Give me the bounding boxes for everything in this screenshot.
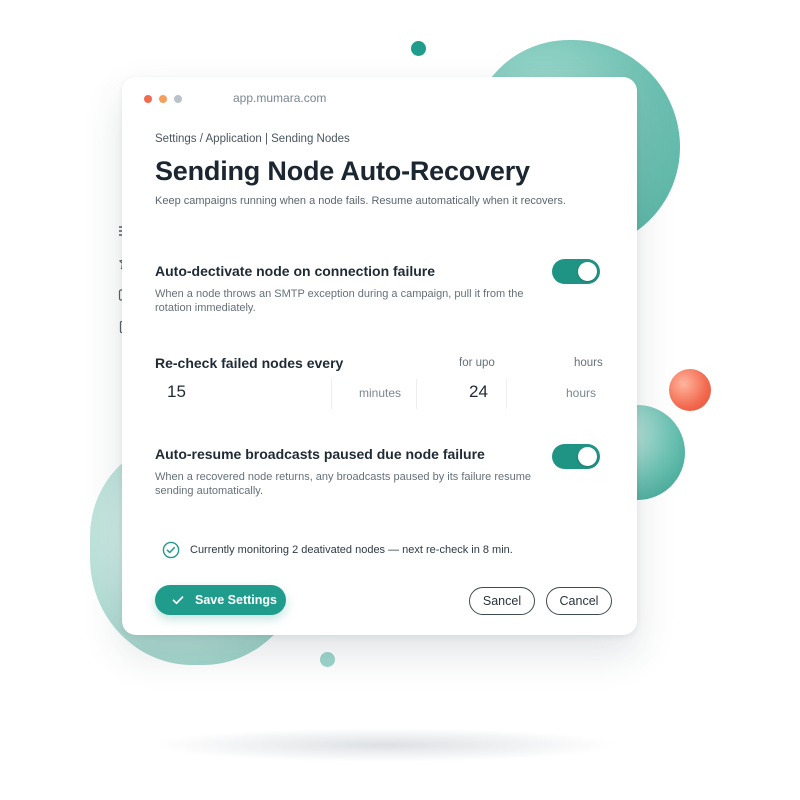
decorative-orb-orange [669, 369, 711, 411]
decorative-dot-top [411, 41, 426, 56]
auto-resume-title: Auto-resume broadcasts paused due node f… [155, 446, 485, 462]
auto-deactivate-title: Auto-dectivate node on connection failur… [155, 263, 436, 279]
save-settings-button[interactable]: Save Settings [155, 585, 286, 615]
app-window: app.mumara.com Settings / Application | … [122, 77, 637, 635]
window-titlebar: app.mumara.com [122, 77, 637, 121]
toggle-knob [578, 447, 597, 466]
maximize-window-dot[interactable] [174, 95, 182, 103]
check-circle-icon [162, 541, 180, 559]
field-divider [506, 379, 507, 409]
toggle-knob [578, 262, 597, 281]
field-divider [331, 379, 332, 409]
recheck-limit-label: for upo [459, 357, 495, 369]
auto-deactivate-description: When a node throws an SMTP exception dur… [155, 288, 524, 314]
recheck-title: Re-check failed nodes every [155, 355, 344, 371]
auto-deactivate-toggle[interactable] [552, 259, 600, 284]
save-settings-label: Save Settings [195, 593, 277, 607]
sancel-button[interactable]: Sancel [469, 587, 535, 615]
address-bar-url[interactable]: app.mumara.com [233, 91, 326, 105]
recheck-limit-unit: hours [566, 386, 597, 400]
page-subtitle: Keep campaigns running when a node fails… [155, 195, 566, 207]
floor-shadow [150, 728, 620, 762]
recheck-interval-unit: minutes [359, 386, 402, 400]
cancel-button[interactable]: Cancel [546, 587, 612, 615]
monitoring-status-text: Currently monitoring 2 deativated nodes … [190, 544, 513, 556]
check-icon [171, 593, 185, 607]
auto-resume-toggle[interactable] [552, 444, 600, 469]
field-divider [416, 379, 417, 409]
auto-resume-description: When a recovered node returns, any broad… [155, 471, 532, 497]
recheck-limit-input[interactable] [469, 377, 509, 407]
recheck-interval-input[interactable] [167, 377, 287, 407]
minimize-window-dot[interactable] [159, 95, 167, 103]
recheck-limit-unit-header: hours [574, 357, 603, 369]
breadcrumb: Settings / Application | Sending Nodes [155, 133, 350, 145]
close-window-dot[interactable] [144, 95, 152, 103]
decorative-dot-bottom [320, 652, 335, 667]
page-title: Sending Node Auto-Recovery [155, 156, 530, 186]
